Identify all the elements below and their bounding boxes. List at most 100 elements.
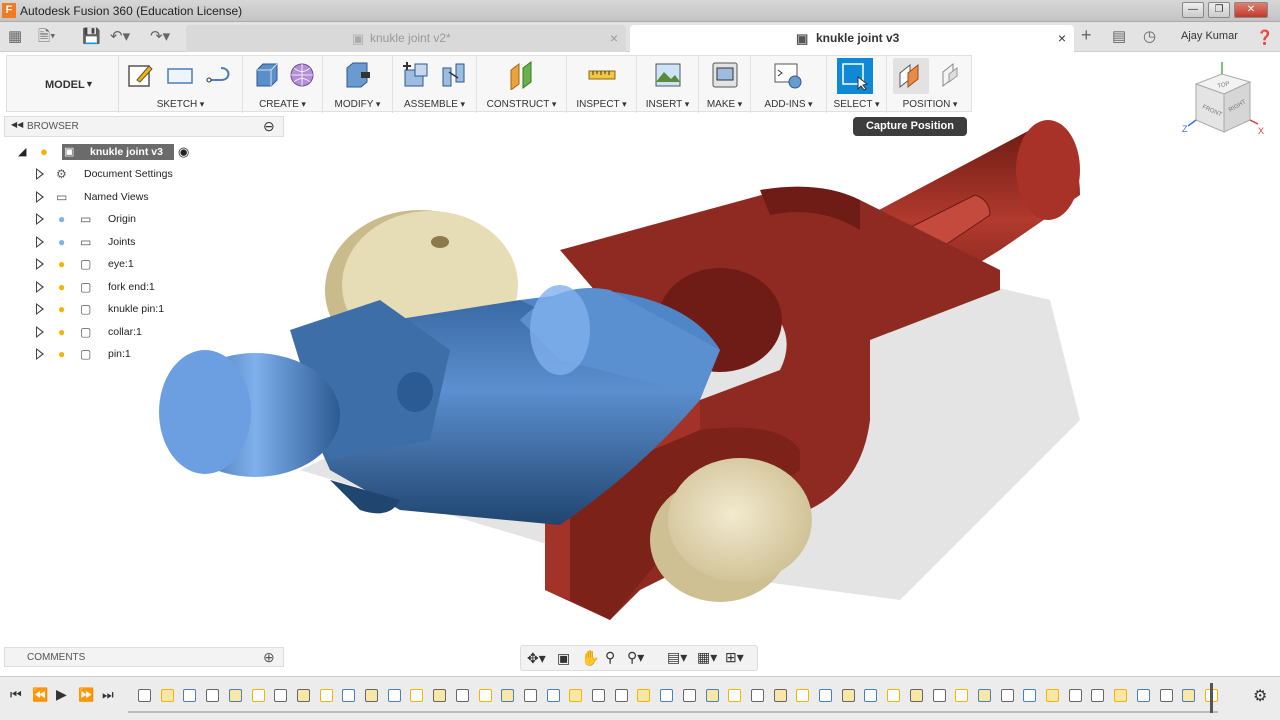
look-at-icon[interactable]: ▣	[557, 650, 570, 667]
timeline-feature-icon[interactable]	[909, 689, 923, 702]
timeline-feature-icon[interactable]	[206, 689, 220, 702]
tree-item[interactable]: ● ▢ eye:1	[0, 254, 200, 274]
timeline-end-icon[interactable]: ⏭	[102, 687, 114, 703]
timeline-feature-icon[interactable]	[728, 689, 742, 702]
timeline-play-icon[interactable]: ▶	[56, 686, 67, 703]
tree-item[interactable]: ▭ Named Views	[0, 187, 200, 207]
lightbulb-icon[interactable]: ●	[58, 254, 65, 274]
timeline-feature-icon[interactable]	[160, 689, 174, 702]
add-comment-icon[interactable]: ⊕	[263, 649, 275, 666]
zoom-window-icon[interactable]: ⚲▾	[627, 649, 644, 666]
tree-item[interactable]: ● ▭ Origin	[0, 209, 200, 229]
tree-item[interactable]: ⚙ Document Settings	[0, 164, 200, 184]
timeline-feature-icon[interactable]	[955, 689, 969, 702]
component-icon: ▢	[80, 279, 92, 294]
timeline-feature-icon[interactable]	[932, 689, 946, 702]
timeline-feature-icon[interactable]	[841, 689, 855, 702]
expand-triangle-icon[interactable]	[36, 190, 44, 203]
timeline-feature-icon[interactable]	[183, 689, 197, 702]
timeline-feature-icon[interactable]	[342, 689, 356, 702]
timeline-feature-icon[interactable]	[546, 689, 560, 702]
expand-triangle-icon[interactable]	[36, 280, 44, 293]
timeline-feature-icon[interactable]	[660, 689, 674, 702]
timeline-feature-icon[interactable]	[274, 689, 288, 702]
timeline-feature-icon[interactable]	[523, 689, 537, 702]
timeline-feature-icon[interactable]	[410, 689, 424, 702]
timeline-start-icon[interactable]: ⏮	[10, 687, 22, 703]
timeline-feature-icon[interactable]	[1159, 689, 1173, 702]
timeline-feature-icon[interactable]	[682, 689, 696, 702]
tree-item[interactable]: ● ▢ pin:1	[0, 344, 200, 364]
timeline-feature-icon[interactable]	[705, 689, 719, 702]
tree-item[interactable]: ● ▢ fork end:1	[0, 277, 200, 297]
lightbulb-icon[interactable]: ●	[40, 142, 48, 162]
lightbulb-icon[interactable]: ●	[58, 209, 65, 229]
timeline-feature-icon[interactable]	[887, 689, 901, 702]
pan-hand-icon[interactable]: ✋	[581, 649, 600, 667]
timeline-settings-gear-icon[interactable]: ⚙	[1253, 686, 1267, 706]
expand-triangle-icon[interactable]	[36, 258, 44, 270]
timeline-feature-icon[interactable]	[1091, 689, 1105, 702]
timeline-feature-icon[interactable]	[637, 689, 651, 702]
view-cube[interactable]: TOP FRONT RIGHT Z X	[1180, 60, 1270, 150]
lightbulb-icon[interactable]: ●	[58, 277, 65, 297]
expand-triangle-icon[interactable]	[36, 348, 44, 360]
tree-root-node[interactable]: ◢ ● ▣ knukle joint v3 ◉	[0, 142, 200, 162]
lightbulb-icon[interactable]: ●	[58, 299, 65, 319]
timeline-feature-icon[interactable]	[750, 689, 764, 702]
activate-radio-icon[interactable]: ◉	[178, 142, 189, 162]
timeline-marker[interactable]	[1210, 683, 1213, 713]
expand-triangle-icon[interactable]	[36, 303, 44, 315]
viewports-icon[interactable]: ⊞▾	[725, 649, 744, 666]
tree-item[interactable]: ● ▭ Joints	[0, 232, 200, 252]
timeline-feature-icon[interactable]	[796, 689, 810, 702]
timeline-feature-icon[interactable]	[296, 689, 310, 702]
timeline-feature-icon[interactable]	[228, 689, 242, 702]
timeline-feature-icon[interactable]	[1068, 689, 1082, 702]
timeline-feature-icon[interactable]	[1136, 689, 1150, 702]
timeline-feature-icon[interactable]	[1114, 689, 1128, 702]
browser-minus-icon[interactable]: ⊖	[263, 118, 275, 135]
expand-triangle-icon[interactable]	[36, 168, 44, 180]
expand-triangle-icon[interactable]	[36, 235, 44, 248]
collapse-panel-icon[interactable]: ◀◀	[11, 120, 23, 129]
tree-item[interactable]: ● ▢ collar:1	[0, 322, 200, 342]
document-icon: ▣	[64, 146, 75, 158]
timeline-feature-icon[interactable]	[387, 689, 401, 702]
timeline-feature-icon[interactable]	[1182, 689, 1196, 702]
timeline-feature-icon[interactable]	[819, 689, 832, 702]
expanded-triangle-icon[interactable]: ◢	[18, 142, 26, 162]
timeline-feature-icon[interactable]	[138, 689, 151, 702]
browser-panel-header[interactable]: ◀◀ BROWSER ⊖	[4, 116, 284, 137]
lightbulb-icon[interactable]: ●	[58, 344, 65, 364]
expand-triangle-icon[interactable]	[36, 325, 44, 338]
orbit-icon[interactable]: ✥▾	[527, 650, 546, 667]
display-settings-icon[interactable]: ▤▾	[667, 649, 687, 666]
timeline-feature-icon[interactable]	[365, 689, 378, 702]
timeline-feature-icon[interactable]	[977, 689, 991, 702]
timeline-feature-icon[interactable]	[614, 689, 628, 702]
comments-panel-header[interactable]: COMMENTS ⊕	[4, 647, 284, 667]
timeline-feature-icon[interactable]	[319, 689, 333, 702]
timeline-feature-icon[interactable]	[1000, 689, 1014, 702]
grid-settings-icon[interactable]: ▦▾	[697, 649, 717, 666]
timeline-feature-icon[interactable]	[501, 689, 515, 702]
timeline-feature-icon[interactable]	[433, 689, 447, 702]
timeline-feature-icon[interactable]	[592, 689, 605, 702]
zoom-icon[interactable]: ⚲	[605, 649, 615, 666]
expand-triangle-icon[interactable]	[36, 213, 44, 225]
root-label-highlight[interactable]: ▣ knukle joint v3	[62, 144, 174, 160]
timeline-next-icon[interactable]: ⏩	[78, 687, 94, 703]
lightbulb-icon[interactable]: ●	[58, 322, 65, 342]
timeline-feature-icon[interactable]	[569, 689, 583, 702]
timeline-feature-icon[interactable]	[1023, 689, 1037, 702]
timeline-feature-icon[interactable]	[1046, 689, 1059, 702]
timeline-feature-icon[interactable]	[773, 689, 787, 702]
timeline-feature-icon[interactable]	[864, 689, 878, 702]
tree-item[interactable]: ● ▢ knukle pin:1	[0, 299, 200, 319]
timeline-feature-icon[interactable]	[251, 689, 265, 702]
timeline-previous-icon[interactable]: ⏪	[32, 687, 48, 703]
timeline-feature-icon[interactable]	[478, 689, 492, 702]
timeline-feature-icon[interactable]	[455, 689, 469, 702]
lightbulb-icon[interactable]: ●	[58, 232, 65, 252]
